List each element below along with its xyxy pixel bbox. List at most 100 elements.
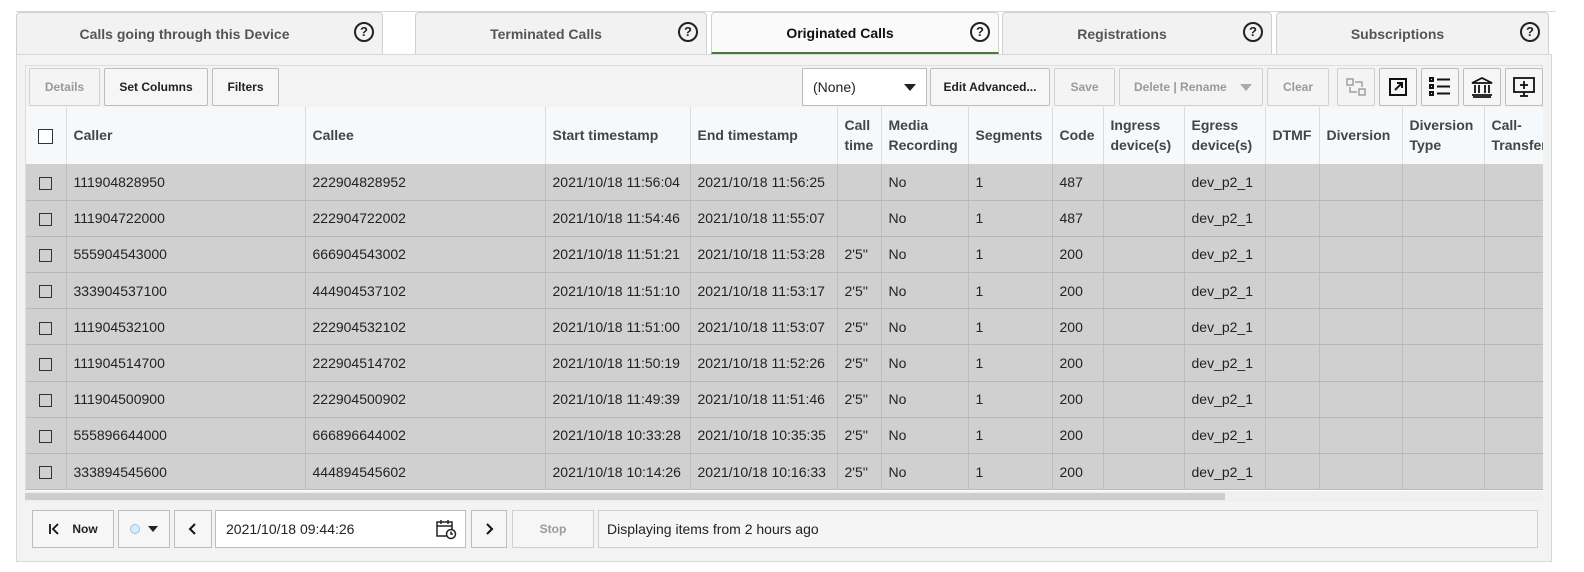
help-icon[interactable]: ? (354, 22, 374, 42)
table-cell (1484, 164, 1543, 201)
table-cell: 2021/10/18 11:53:07 (690, 308, 838, 346)
table-row[interactable]: 555904543000 666904543002 2021/10/18 11:51… (26, 236, 1543, 274)
table-cell: 222904532102 (305, 308, 546, 346)
export-button[interactable] (1379, 68, 1417, 106)
archive-button[interactable] (1463, 68, 1501, 106)
column-header-code[interactable]: Code (1052, 107, 1104, 165)
table-cell: 111904514700 (66, 344, 306, 382)
table-row[interactable]: 333904537100 444904537102 2021/10/18 11:51… (26, 272, 1543, 310)
table-cell: 555904543000 (66, 236, 306, 274)
row-checkbox[interactable] (39, 357, 53, 371)
add-monitor-button[interactable] (1505, 68, 1543, 106)
help-icon[interactable]: ? (970, 22, 990, 42)
select-all-checkbox[interactable] (38, 129, 54, 145)
row-checkbox[interactable] (39, 466, 53, 480)
set-columns-button[interactable]: Set Columns (104, 68, 208, 106)
table-cell: 1 (968, 344, 1053, 382)
help-icon[interactable]: ? (1243, 22, 1263, 42)
table-row[interactable]: 555896644000 666896644002 2021/10/18 10:33… (26, 417, 1543, 455)
column-header-caller[interactable]: Caller (66, 107, 306, 165)
help-icon[interactable]: ? (1520, 22, 1540, 42)
row-select-cell (26, 200, 67, 237)
table-cell: dev_p2_1 (1184, 236, 1266, 274)
refresh-mode-dropdown[interactable] (118, 510, 170, 548)
column-header-egress-devices[interactable]: Egress device(s) (1184, 107, 1266, 165)
delete-rename-button[interactable]: Delete | Rename (1119, 68, 1263, 106)
previous-button[interactable] (174, 510, 212, 548)
row-checkbox[interactable] (39, 213, 53, 227)
column-header-call-time[interactable]: Call time (837, 107, 882, 165)
column-header-media-recording[interactable]: Media Recording (881, 107, 969, 165)
date-time-input[interactable]: 2021/10/18 09:44:26 (215, 510, 466, 548)
table-cell (1484, 381, 1543, 418)
next-button[interactable] (471, 510, 507, 548)
table-cell (1484, 272, 1543, 310)
tab-terminated-calls[interactable]: Terminated Calls ? (415, 12, 707, 54)
table-cell (1103, 200, 1185, 237)
stop-button[interactable]: Stop (512, 510, 594, 548)
column-header-diversion[interactable]: Diversion (1319, 107, 1403, 165)
save-button[interactable]: Save (1054, 68, 1115, 106)
tab-calls-through-device[interactable]: Calls going through this Device ? (16, 12, 383, 54)
calendar-clock-icon[interactable] (435, 518, 457, 540)
status-message: Displaying items from 2 hours ago (598, 510, 1538, 548)
table-cell: 2021/10/18 10:16:33 (690, 453, 838, 491)
table-cell: dev_p2_1 (1184, 272, 1266, 310)
tab-registrations[interactable]: Registrations ? (1002, 12, 1272, 54)
table-cell (1265, 453, 1320, 491)
row-checkbox[interactable] (39, 394, 53, 408)
now-button[interactable]: Now (32, 510, 114, 548)
table-cell: 2'5'' (837, 453, 882, 491)
table-cell (1402, 272, 1485, 310)
horizontal-scrollbar[interactable] (25, 491, 1543, 502)
column-header-start-timestamp[interactable]: Start timestamp (545, 107, 691, 165)
compare-button[interactable] (1337, 68, 1375, 106)
column-header-segments[interactable]: Segments (968, 107, 1053, 165)
column-header-end-timestamp[interactable]: End timestamp (690, 107, 838, 165)
column-header-diversion-type[interactable]: Diversion Type (1402, 107, 1485, 165)
details-button[interactable]: Details (29, 68, 100, 106)
table-cell: 2'5'' (837, 308, 882, 346)
table-row[interactable]: 111904514700 222904514702 2021/10/18 11:50… (26, 344, 1543, 382)
row-checkbox[interactable] (39, 285, 53, 299)
table-cell (1103, 308, 1185, 346)
column-header-callee[interactable]: Callee (305, 107, 546, 165)
list-view-button[interactable] (1421, 68, 1459, 106)
table-row[interactable]: 111904532100 222904532102 2021/10/18 11:51… (26, 308, 1543, 346)
table-cell: 222904722002 (305, 200, 546, 237)
table-cell: 666904543002 (305, 236, 546, 274)
tab-subscriptions[interactable]: Subscriptions ? (1276, 12, 1549, 54)
table-cell (1265, 381, 1320, 418)
table-cell: dev_p2_1 (1184, 381, 1266, 418)
table-row[interactable]: 111904828950 222904828952 2021/10/18 11:56… (26, 164, 1543, 201)
table-cell: No (881, 272, 969, 310)
row-checkbox[interactable] (39, 249, 53, 263)
table-cell: 487 (1052, 200, 1104, 237)
row-checkbox[interactable] (39, 430, 53, 444)
edit-advanced-button[interactable]: Edit Advanced... (930, 68, 1050, 106)
table-cell: 111904828950 (66, 164, 306, 201)
column-header-call-transfer[interactable]: Call-Transfer (1484, 107, 1543, 165)
table-cell: 200 (1052, 272, 1104, 310)
tab-label: Calls going through this Device (79, 25, 290, 42)
row-checkbox[interactable] (39, 321, 53, 335)
column-header-dtmf[interactable]: DTMF (1265, 107, 1320, 165)
row-select-cell (26, 308, 67, 346)
table-cell: 2021/10/18 11:56:04 (545, 164, 691, 201)
table-cell: 444904537102 (305, 272, 546, 310)
help-icon[interactable]: ? (678, 22, 698, 42)
table-row[interactable]: 333894545600 444894545602 2021/10/18 10:14… (26, 453, 1543, 491)
saved-filter-select[interactable]: (None) (802, 68, 927, 106)
row-checkbox[interactable] (39, 176, 53, 190)
table-row[interactable]: 111904500900 222904500902 2021/10/18 11:49… (26, 381, 1543, 418)
external-link-icon (1389, 78, 1407, 96)
table-row[interactable]: 111904722000 222904722002 2021/10/18 11:54… (26, 200, 1543, 237)
scrollbar-thumb[interactable] (25, 493, 1225, 500)
column-header-ingress-devices[interactable]: Ingress device(s) (1103, 107, 1185, 165)
filters-button[interactable]: Filters (212, 68, 279, 106)
tab-originated-calls[interactable]: Originated Calls ? (711, 12, 999, 54)
clear-button[interactable]: Clear (1267, 68, 1329, 106)
table-cell: dev_p2_1 (1184, 200, 1266, 237)
row-select-cell (26, 453, 67, 491)
table-cell: 2'5'' (837, 417, 882, 455)
